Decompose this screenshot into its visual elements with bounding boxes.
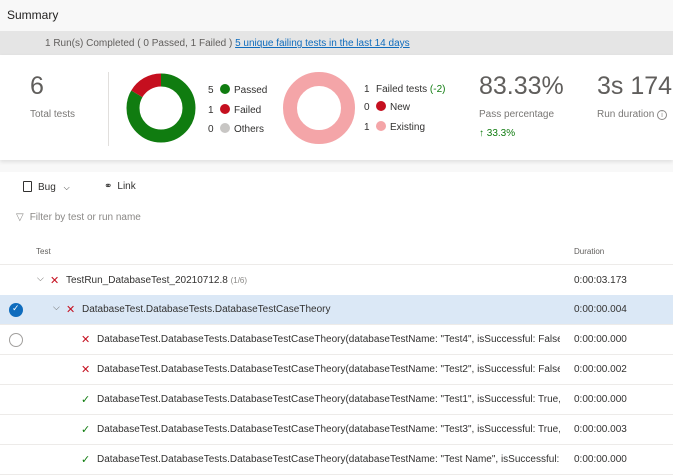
run-duration-value: 3s 174 (597, 72, 673, 100)
arrow-up-icon: ↑ (479, 128, 484, 139)
row-duration: 0:00:00.004 (574, 304, 627, 315)
test-name: DatabaseTest.DatabaseTests.DatabaseTestC… (82, 304, 331, 315)
failed-x-icon: ✕ (81, 364, 91, 376)
total-tests-label: Total tests (30, 109, 76, 120)
failed-dot-icon (220, 104, 230, 114)
test-name: DatabaseTest.DatabaseTests.DatabaseTestC… (97, 424, 560, 435)
table-row[interactable]: ✓ DatabaseTest.DatabaseTests.DatabaseTes… (0, 385, 673, 415)
toolbar (0, 172, 673, 202)
others-dot-icon (220, 123, 230, 133)
row-duration: 0:00:00.000 (574, 334, 627, 345)
test-name: DatabaseTest.DatabaseTests.DatabaseTestC… (97, 394, 560, 405)
run-status-banner: 1 Run(s) Completed ( 0 Passed, 1 Failed … (0, 31, 673, 55)
failed-x-icon: ✕ (66, 304, 76, 316)
existing-segment (283, 72, 355, 144)
run-status-text: 1 Run(s) Completed ( 0 Passed, 1 Failed … (45, 38, 233, 49)
failed-tests-delta: (-2) (429, 84, 446, 95)
total-tests-value: 6 (30, 72, 44, 100)
legend-others: 0 Others (208, 123, 265, 135)
column-header-duration[interactable]: Duration (574, 247, 604, 256)
passed-dot-icon (220, 84, 230, 94)
failing-tests-link[interactable]: 5 unique failing tests in the last 14 da… (235, 38, 410, 49)
passed-check-icon: ✓ (81, 454, 91, 466)
test-name: DatabaseTest.DatabaseTests.DatabaseTestC… (97, 364, 560, 375)
filter-input[interactable]: ▽ Filter by test or run name (16, 212, 141, 223)
failed-x-icon: ✕ (50, 275, 60, 287)
row-duration: 0:00:00.003 (574, 424, 627, 435)
row-duration: 0:00:00.002 (574, 364, 627, 375)
test-name: DatabaseTest.DatabaseTests.DatabaseTestC… (97, 454, 560, 465)
passed-check-icon: ✓ (81, 424, 91, 436)
chevron-down-icon: ⌵ (63, 183, 70, 192)
legend-failed-tests: 1 Failed tests (-2) (364, 84, 446, 95)
passed-check-icon: ✓ (81, 394, 91, 406)
run-duration-label: Run duration i (597, 109, 668, 120)
row-duration: 0:00:00.000 (574, 454, 627, 465)
page-title: Summary (7, 8, 59, 22)
table-row[interactable]: ✕ DatabaseTest.DatabaseTests.DatabaseTes… (0, 355, 673, 385)
run-name: TestRun_DatabaseTest_20210712.8 (66, 275, 228, 286)
row-duration: 0:00:00.000 (574, 394, 627, 405)
info-icon[interactable]: i (657, 110, 668, 120)
test-results-grid: Test Duration ⌵ ✕ TestRun_DatabaseTest_2… (0, 237, 673, 475)
document-icon (23, 181, 32, 192)
failed-x-icon: ✕ (81, 334, 91, 346)
table-row[interactable]: ✓ DatabaseTest.DatabaseTests.DatabaseTes… (0, 415, 673, 445)
pass-percentage-change: ↑ 33.3% (479, 128, 516, 139)
legend-passed: 5 Passed (208, 84, 268, 96)
chevron-down-icon[interactable]: ⌵ (53, 302, 60, 313)
test-name: DatabaseTest.DatabaseTests.DatabaseTestC… (97, 334, 560, 345)
pass-percentage-label: Pass percentage (479, 109, 555, 120)
grid-header: Test Duration (0, 237, 673, 265)
existing-dot-icon (376, 121, 386, 131)
chevron-down-icon[interactable]: ⌵ (37, 273, 44, 284)
row-duration: 0:00:03.173 (574, 275, 627, 286)
new-dot-icon (376, 101, 386, 111)
table-row[interactable]: ✓ DatabaseTest.DatabaseTests.DatabaseTes… (0, 445, 673, 475)
summary-divider (108, 72, 109, 146)
legend-existing: 1 Existing (364, 121, 426, 133)
row-select-checkbox[interactable] (9, 303, 23, 317)
link-button[interactable]: ⚭ Link (104, 181, 136, 192)
column-header-test[interactable]: Test (36, 247, 51, 256)
link-icon: ⚭ (104, 181, 113, 192)
pass-percentage-value: 83.33% (479, 72, 564, 100)
filter-icon: ▽ (16, 212, 24, 223)
table-row[interactable]: ⌵ ✕ TestRun_DatabaseTest_20210712.8 (1/6… (0, 266, 673, 296)
legend-new: 0 New (364, 101, 411, 113)
table-row[interactable]: ⌵ ✕ DatabaseTest.DatabaseTests.DatabaseT… (0, 295, 673, 325)
row-select-checkbox[interactable] (9, 333, 23, 347)
table-row[interactable]: ✕ DatabaseTest.DatabaseTests.DatabaseTes… (0, 325, 673, 355)
bug-button[interactable]: Bug ⌵ (23, 181, 70, 193)
run-count: (1/6) (230, 276, 248, 285)
failed-tests-donut-chart (283, 72, 355, 144)
legend-failed: 1 Failed (208, 104, 262, 116)
outcome-donut-chart (126, 73, 196, 143)
